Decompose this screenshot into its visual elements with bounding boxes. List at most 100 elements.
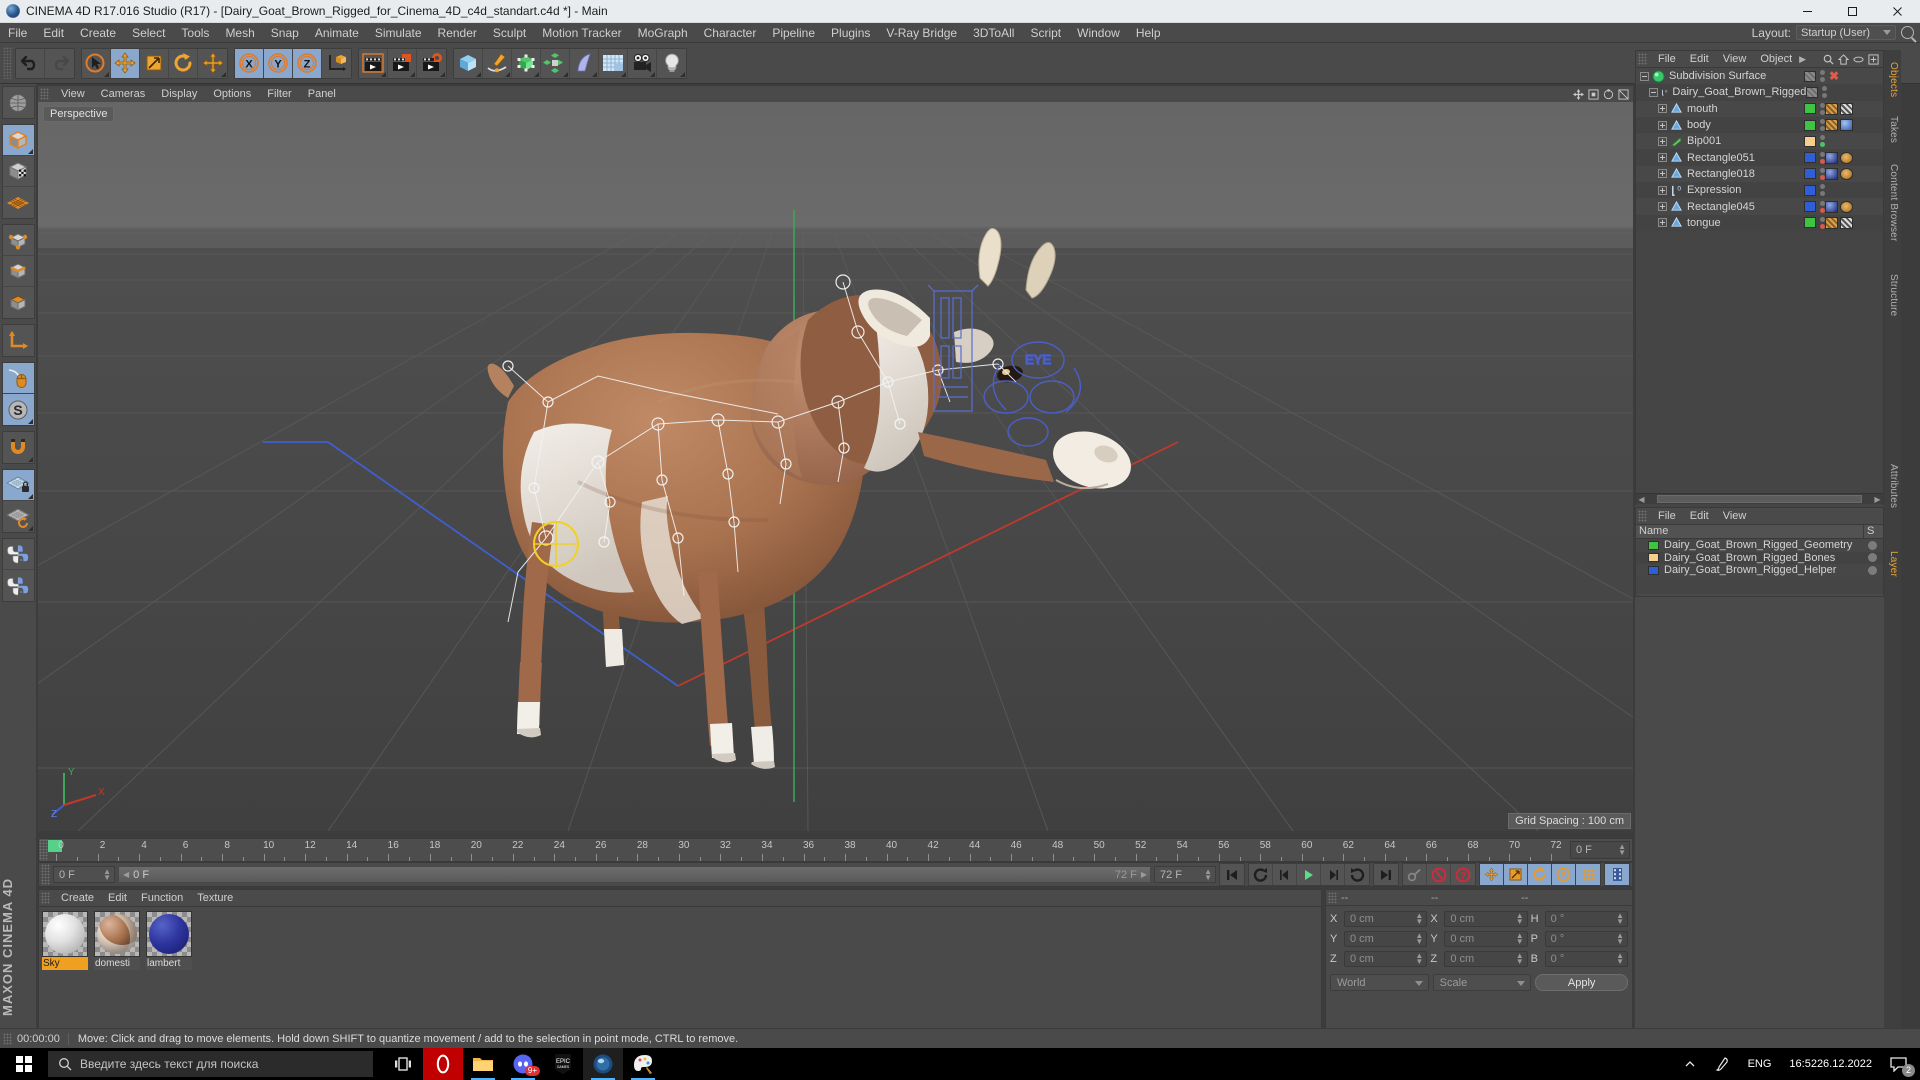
step-forward-button[interactable]	[1321, 864, 1345, 885]
texture-mode-button[interactable]	[2, 156, 34, 187]
play-backwards-loop-button[interactable]	[1249, 864, 1273, 885]
timeline-view-button[interactable]	[1605, 864, 1629, 885]
viewport-menu-options[interactable]: Options	[205, 86, 259, 102]
autokey-button[interactable]	[1403, 864, 1427, 885]
om-menu-edit[interactable]: Edit	[1683, 53, 1716, 65]
rotate-view-icon[interactable]	[1603, 88, 1614, 100]
viewport-menu-panel[interactable]: Panel	[300, 86, 344, 102]
select-tool-button[interactable]	[82, 48, 111, 78]
planar-workplane-button[interactable]	[2, 501, 34, 532]
deformer-button[interactable]	[570, 48, 599, 78]
add-spline-button[interactable]	[483, 48, 512, 78]
tray-language-indicator[interactable]: ENG	[1739, 1048, 1781, 1080]
menu-item-edit[interactable]: Edit	[35, 23, 72, 43]
layer-color-chip[interactable]	[1648, 565, 1659, 575]
lock-z-button[interactable]: Z	[293, 48, 322, 78]
menu-item-help[interactable]: Help	[1128, 23, 1169, 43]
axis-modify-button[interactable]	[2, 325, 34, 356]
visibility-icon[interactable]	[1853, 54, 1864, 65]
dock-tab-objects[interactable]: Objects	[1884, 56, 1901, 103]
maximize-view-icon[interactable]	[1618, 88, 1629, 100]
python-script-button[interactable]	[2, 539, 34, 570]
lm-menu-edit[interactable]: Edit	[1683, 510, 1716, 522]
search-icon[interactable]	[1823, 54, 1834, 65]
object-layer-swatch[interactable]	[1804, 168, 1816, 180]
material-thumbnail[interactable]	[42, 911, 88, 957]
menu-item-window[interactable]: Window	[1069, 23, 1128, 43]
toolbar-grip[interactable]	[3, 47, 12, 79]
expand-toggle-icon[interactable]	[1649, 87, 1658, 97]
expand-toggle-icon[interactable]	[1658, 218, 1667, 228]
object-row-expression[interactable]: 0 Expression	[1636, 182, 1883, 199]
record-active-objects-button[interactable]	[1427, 864, 1451, 885]
size-z-input[interactable]: 0 cm ▲ ▼	[1444, 951, 1528, 967]
apply-button[interactable]: Apply	[1535, 974, 1629, 991]
key-position-button[interactable]	[1480, 864, 1504, 885]
expand-toggle-icon[interactable]	[1658, 169, 1667, 179]
layer-row-bones[interactable]: Dairy_Goat_Brown_Rigged_Bones	[1636, 551, 1883, 564]
object-tag-cell[interactable]	[1825, 151, 1883, 164]
viewport-menu-display[interactable]: Display	[153, 86, 205, 102]
viewport-menu-cameras[interactable]: Cameras	[93, 86, 154, 102]
menu-item-vray-bridge[interactable]: V-Ray Bridge	[878, 23, 965, 43]
menu-item-script[interactable]: Script	[1022, 23, 1069, 43]
expand-toggle-icon[interactable]	[1658, 136, 1667, 146]
material-thumbnail[interactable]	[94, 911, 140, 957]
new-layer-icon[interactable]	[1868, 53, 1879, 65]
mouse-tool-button[interactable]	[2, 363, 34, 394]
menu-item-create[interactable]: Create	[72, 23, 124, 43]
move-view-icon[interactable]	[1573, 88, 1584, 100]
menu-item-file[interactable]: File	[0, 23, 35, 43]
object-row-body[interactable]: body	[1636, 116, 1883, 134]
object-tag-cell[interactable]	[1825, 200, 1883, 213]
range-left-icon[interactable]: ◀	[123, 870, 129, 879]
material-manager-grip[interactable]	[41, 892, 50, 904]
close-icon[interactable]: ✖	[1829, 69, 1839, 83]
menu-item-character[interactable]: Character	[696, 23, 765, 43]
rotation-b-input[interactable]: 0 ° ▲ ▼	[1544, 951, 1628, 967]
spinner-icon[interactable]: ▲ ▼	[1516, 932, 1524, 946]
lock-y-button[interactable]: Y	[264, 48, 293, 78]
spinner-icon[interactable]: ▲ ▼	[1616, 932, 1624, 946]
material-item-sky[interactable]: Sky	[42, 911, 88, 1024]
perspective-viewport[interactable]: Perspective EYE Y X Z Grid Spacing: 100…	[38, 102, 1633, 831]
lock-x-button[interactable]: X	[235, 48, 264, 78]
redo-button[interactable]	[45, 48, 74, 78]
play-loop-button[interactable]	[1345, 864, 1369, 885]
object-layer-swatch[interactable]	[1804, 201, 1816, 213]
menu-item-plugins[interactable]: Plugins	[823, 23, 878, 43]
edge-mode-button[interactable]	[2, 256, 34, 287]
file-explorer-button[interactable]	[463, 1048, 503, 1080]
minimize-button[interactable]	[1785, 0, 1830, 23]
sds-weight-button[interactable]: S	[2, 394, 34, 425]
object-tag-cell[interactable]	[1825, 102, 1883, 115]
position-x-input[interactable]: 0 cm ▲ ▼	[1344, 911, 1428, 927]
polygon-mode-button[interactable]	[2, 287, 34, 318]
timeline-current-frame-field[interactable]: 0 F ▲ ▼	[1570, 841, 1630, 859]
record-help-button[interactable]: ?	[1451, 864, 1475, 885]
environment-grid-button[interactable]	[599, 48, 628, 78]
object-layer-swatch[interactable]	[1804, 152, 1816, 164]
spinner-icon[interactable]: ▲ ▼	[1516, 952, 1524, 966]
material-name[interactable]: lambert	[146, 957, 192, 970]
key-rotation-button[interactable]	[1528, 864, 1552, 885]
nurbs-button[interactable]	[512, 48, 541, 78]
paint-button[interactable]	[623, 1048, 663, 1080]
menu-item-select[interactable]: Select	[124, 23, 173, 43]
object-row-rectangle045[interactable]: Rectangle045	[1636, 198, 1883, 215]
object-layer-swatch[interactable]	[1804, 217, 1816, 229]
camera-button[interactable]	[628, 48, 657, 78]
playbar-current-frame-field[interactable]: 0 F ▲ ▼	[53, 866, 115, 883]
object-layer-swatch[interactable]	[1804, 119, 1816, 131]
om-menu-object[interactable]: Object	[1753, 53, 1799, 65]
lm-menu-file[interactable]: File	[1651, 510, 1683, 522]
close-button[interactable]	[1875, 0, 1920, 23]
opera-button[interactable]	[423, 1048, 463, 1080]
lm-menu-view[interactable]: View	[1716, 510, 1754, 522]
position-z-input[interactable]: 0 cm ▲ ▼	[1344, 951, 1428, 967]
layer-solo-dot[interactable]	[1868, 540, 1877, 550]
light-button[interactable]	[657, 48, 686, 78]
object-layer-swatch[interactable]	[1804, 103, 1816, 115]
menu-item-snap[interactable]: Snap	[263, 23, 307, 43]
mm-menu-function[interactable]: Function	[134, 892, 190, 904]
